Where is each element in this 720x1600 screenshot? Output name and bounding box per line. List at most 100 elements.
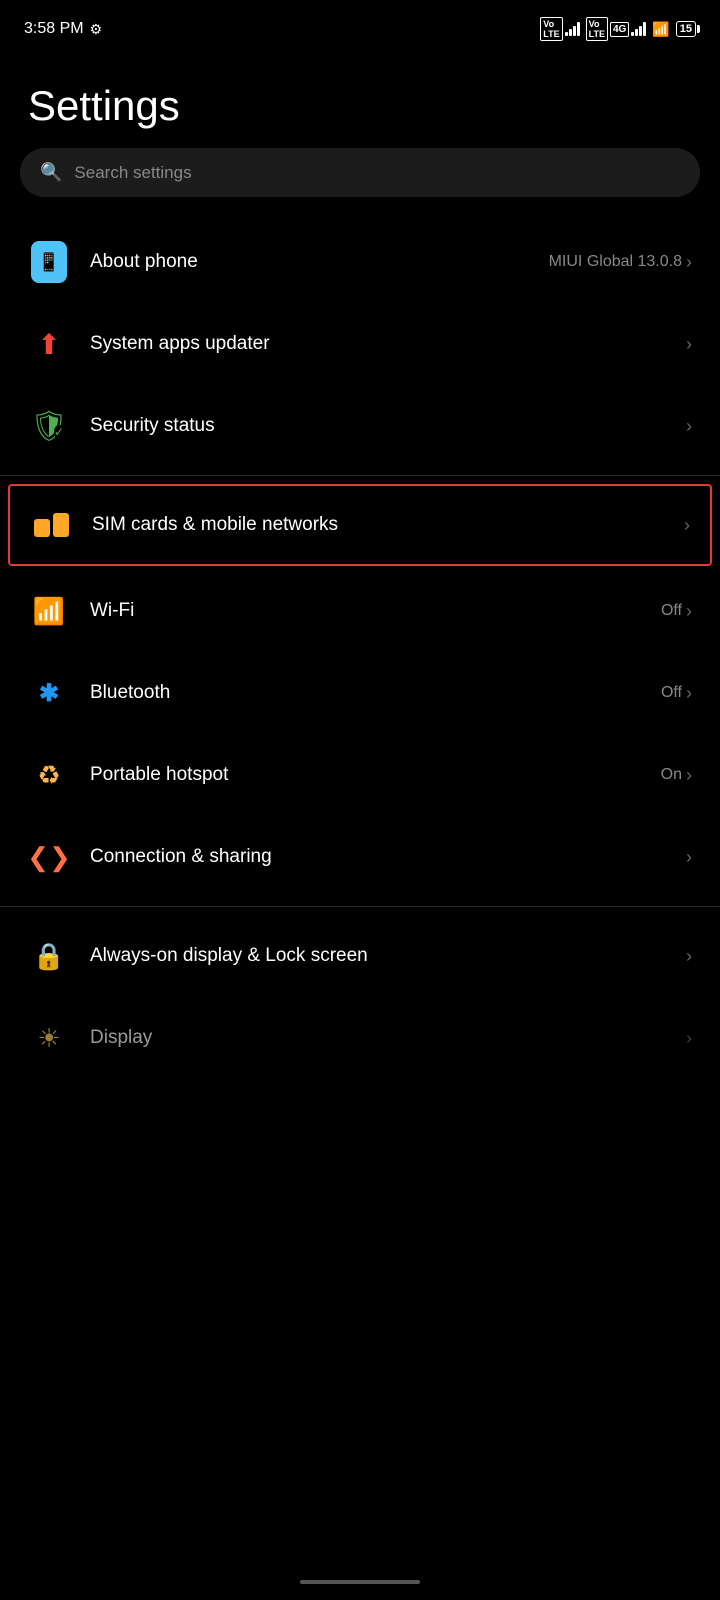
lock-screen-content: Always-on display & Lock screen bbox=[90, 943, 666, 970]
hotspot-right: On › bbox=[661, 765, 692, 786]
chevron-icon: › bbox=[686, 946, 692, 967]
chevron-icon: › bbox=[686, 765, 692, 786]
wifi-content: Wi-Fi bbox=[90, 600, 641, 622]
display-label: Display bbox=[90, 1027, 152, 1048]
chevron-icon: › bbox=[686, 683, 692, 704]
settings-item-bluetooth[interactable]: ✱ Bluetooth Off › bbox=[0, 652, 720, 734]
settings-item-security-status[interactable]: 🛡 ✓ Security status › bbox=[0, 385, 720, 467]
divider-2 bbox=[0, 906, 720, 907]
update-arrow-icon: ⬆ bbox=[37, 328, 60, 361]
bluetooth-label: Bluetooth bbox=[90, 682, 170, 703]
wifi-symbol-icon: 📶 bbox=[33, 596, 65, 627]
divider-1 bbox=[0, 475, 720, 476]
hotspot-status: On bbox=[661, 766, 682, 784]
bluetooth-symbol-icon: ✱ bbox=[39, 679, 59, 708]
settings-item-sim-cards[interactable]: SIM cards & mobile networks › bbox=[10, 486, 710, 564]
settings-list: 📱 About phone MIUI Global 13.0.8 › ⬆ Sys… bbox=[0, 221, 720, 1079]
bluetooth-icon: ✱ bbox=[28, 672, 70, 714]
chevron-icon: › bbox=[686, 252, 692, 273]
bar bbox=[569, 29, 572, 36]
wifi-label: Wi-Fi bbox=[90, 600, 134, 621]
chevron-icon: › bbox=[686, 334, 692, 355]
settings-item-about-phone[interactable]: 📱 About phone MIUI Global 13.0.8 › bbox=[0, 221, 720, 303]
settings-item-wifi[interactable]: 📶 Wi-Fi Off › bbox=[0, 570, 720, 652]
settings-item-hotspot[interactable]: ♻ Portable hotspot On › bbox=[0, 734, 720, 816]
chevron-icon: › bbox=[686, 601, 692, 622]
connection-icon: ❮❯ bbox=[28, 836, 70, 878]
time-text: 3:58 PM bbox=[24, 20, 84, 38]
volte-badge-2: VoLTE bbox=[586, 17, 608, 41]
connection-symbol-icon: ❮❯ bbox=[27, 842, 71, 873]
lock-symbol-icon: 🔒 bbox=[33, 941, 65, 972]
wifi-status: Off bbox=[661, 602, 682, 620]
battery-container: 15 bbox=[676, 21, 696, 37]
chevron-icon: › bbox=[684, 515, 690, 536]
sim-icon bbox=[30, 504, 72, 546]
page-title: Settings bbox=[0, 52, 720, 148]
sim-cards-label: SIM cards & mobile networks bbox=[92, 514, 338, 535]
sim-cards-right: › bbox=[684, 515, 690, 536]
search-icon: 🔍 bbox=[40, 162, 62, 183]
bar bbox=[639, 26, 642, 36]
security-content: Security status bbox=[90, 415, 666, 437]
scroll-indicator bbox=[300, 1580, 420, 1584]
connection-label: Connection & sharing bbox=[90, 846, 272, 867]
bar bbox=[643, 22, 646, 36]
hotspot-content: Portable hotspot bbox=[90, 764, 641, 786]
settings-item-system-apps-updater[interactable]: ⬆ System apps updater › bbox=[0, 303, 720, 385]
bluetooth-right: Off › bbox=[661, 683, 692, 704]
bluetooth-content: Bluetooth bbox=[90, 682, 641, 704]
signal-bars-1 bbox=[565, 22, 580, 36]
bar bbox=[635, 29, 638, 36]
about-phone-content: About phone bbox=[90, 251, 529, 273]
lock-screen-label: Always-on display & Lock screen bbox=[90, 945, 368, 966]
bar bbox=[577, 22, 580, 36]
chevron-icon: › bbox=[686, 1028, 692, 1049]
security-label: Security status bbox=[90, 415, 215, 436]
sim-cards-content: SIM cards & mobile networks bbox=[92, 514, 664, 536]
4g-badge: 4G bbox=[610, 22, 629, 37]
hotspot-label: Portable hotspot bbox=[90, 764, 228, 785]
chevron-icon: › bbox=[686, 847, 692, 868]
settings-item-connection-sharing[interactable]: ❮❯ Connection & sharing › bbox=[0, 816, 720, 898]
phone-symbol: 📱 bbox=[38, 252, 60, 273]
status-right-icons: VoLTE VoLTE 4G 📶 15 bbox=[540, 17, 696, 41]
system-apps-content: System apps updater bbox=[90, 333, 666, 355]
settings-item-display[interactable]: ☀ Display › bbox=[0, 997, 720, 1079]
settings-gear-icon: ⚙ bbox=[90, 21, 103, 38]
search-placeholder: Search settings bbox=[74, 163, 191, 183]
connection-content: Connection & sharing bbox=[90, 846, 666, 868]
sim2-icons: VoLTE 4G bbox=[586, 17, 647, 41]
sim-card-2 bbox=[53, 513, 69, 537]
signal-bars-2 bbox=[631, 22, 646, 36]
system-apps-icon: ⬆ bbox=[28, 323, 70, 365]
lock-icon: 🔒 bbox=[28, 935, 70, 977]
battery-level: 15 bbox=[680, 23, 692, 35]
sim-cards-highlight-box: SIM cards & mobile networks › bbox=[8, 484, 712, 566]
wifi-right: Off › bbox=[661, 601, 692, 622]
security-icon: 🛡 ✓ bbox=[28, 405, 70, 447]
battery-icon: 15 bbox=[676, 21, 696, 37]
display-icon: ☀ bbox=[28, 1017, 70, 1059]
system-apps-label: System apps updater bbox=[90, 333, 270, 354]
volte-badge-1: VoLTE bbox=[540, 17, 562, 41]
bluetooth-status: Off bbox=[661, 684, 682, 702]
hotspot-icon: ♻ bbox=[28, 754, 70, 796]
bar bbox=[565, 32, 568, 36]
security-right: › bbox=[686, 416, 692, 437]
search-bar[interactable]: 🔍 Search settings bbox=[20, 148, 700, 197]
status-bar: 3:58 PM ⚙ VoLTE VoLTE 4G 📶 bbox=[0, 0, 720, 52]
connection-right: › bbox=[686, 847, 692, 868]
settings-item-lock-screen[interactable]: 🔒 Always-on display & Lock screen › bbox=[0, 915, 720, 997]
sim-card-1 bbox=[34, 519, 50, 537]
bar bbox=[631, 32, 634, 36]
bar bbox=[573, 26, 576, 36]
status-time: 3:58 PM ⚙ bbox=[24, 20, 102, 38]
wifi-icon: 📶 bbox=[28, 590, 70, 632]
display-content: Display bbox=[90, 1027, 666, 1049]
display-right: › bbox=[686, 1028, 692, 1049]
about-phone-right: MIUI Global 13.0.8 › bbox=[549, 252, 692, 273]
display-symbol-icon: ☀ bbox=[37, 1023, 60, 1054]
lock-screen-right: › bbox=[686, 946, 692, 967]
about-phone-label: About phone bbox=[90, 251, 198, 272]
